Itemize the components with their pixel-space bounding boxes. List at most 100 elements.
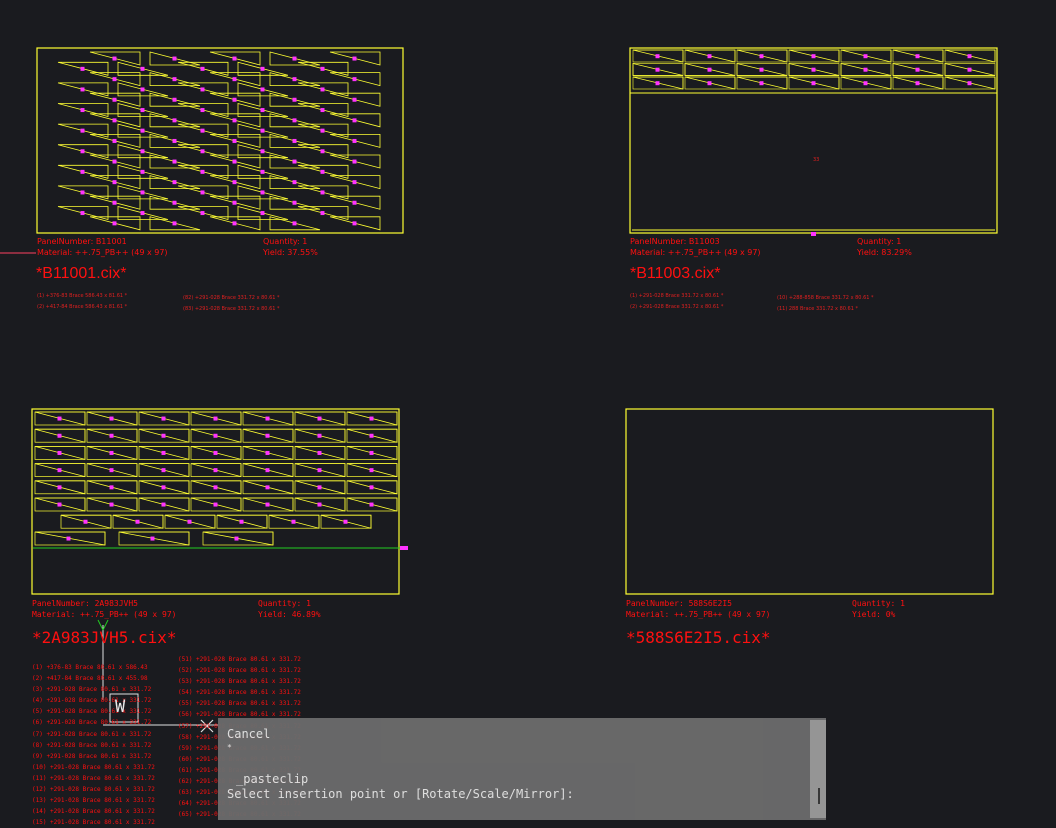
part-label-marker (112, 221, 117, 226)
panel-material: Material: ++.75_PB++ (49 x 97) (32, 610, 177, 619)
part-label-marker (352, 221, 357, 226)
part-label-marker (172, 221, 177, 226)
part-label-marker (112, 56, 117, 61)
part-label-marker (200, 211, 205, 216)
part-label-marker (260, 108, 265, 113)
part-label-marker (232, 221, 237, 226)
grip-marker[interactable] (811, 232, 816, 236)
part-label-marker (140, 108, 145, 113)
part-label-marker (109, 485, 114, 490)
part-label-marker (140, 66, 145, 71)
part-label-marker (260, 149, 265, 154)
part-label-marker (967, 67, 972, 72)
parts-list-item: (52) +291-028 Brace 80.61 x 331.72 (178, 667, 301, 675)
part-label-marker (140, 211, 145, 216)
part-label-marker (232, 77, 237, 82)
command-prompt[interactable]: Select insertion point or [Rotate/Scale/… (227, 787, 574, 801)
panel-file-name[interactable]: *2A983JVH5.cix* (32, 628, 177, 647)
part-label-marker (915, 54, 920, 59)
panel-quantity: Quantity: 1 (857, 237, 902, 246)
part-label-marker (292, 77, 297, 82)
panel-material: Material: ++.75_PB++ (49 x 97) (626, 610, 771, 619)
part-label-marker (140, 190, 145, 195)
part-label-marker (655, 54, 660, 59)
part-label-marker (161, 502, 166, 507)
parts-list-item: (1) +376-83 Brace 80.61 x 586.43 (32, 664, 148, 671)
part-label-marker (172, 97, 177, 102)
part-label-marker (343, 519, 348, 524)
ucs-label: W (115, 697, 126, 717)
parts-list-item: (15) +291-028 Brace 80.61 x 331.72 (32, 819, 155, 827)
part-label-marker (200, 128, 205, 133)
part-label-marker (213, 450, 218, 455)
part-label-marker (292, 221, 297, 226)
part-label-marker (292, 180, 297, 185)
part-label-marker (109, 468, 114, 473)
part-label-marker (707, 54, 712, 59)
part-label-marker (369, 450, 374, 455)
panel-yield: Yield: 37.55% (263, 248, 318, 257)
part-label-marker (967, 81, 972, 86)
part-label-marker (352, 118, 357, 123)
panel-quantity: Quantity: 1 (258, 599, 311, 608)
part-label-marker (759, 67, 764, 72)
part-label-marker (172, 200, 177, 205)
part-label-marker (863, 81, 868, 86)
grip-marker[interactable] (400, 546, 408, 550)
part-label-marker (265, 502, 270, 507)
command-history-line: Cancel (227, 727, 271, 741)
panel-note: (1) +291-028 Brace 331.72 x 80.61 * (630, 293, 724, 299)
parts-list-item: (2) +417-84 Brace 80.61 x 455.98 (32, 675, 148, 683)
panel-outline-588s6e2i5[interactable] (625, 408, 994, 595)
part-label-marker (57, 485, 62, 490)
part-label-marker (112, 138, 117, 143)
panel-parts-b11001[interactable] (57, 51, 381, 231)
panel-parts-2a983jvh5[interactable] (34, 411, 398, 546)
part-label-marker (109, 450, 114, 455)
part-label-marker (863, 54, 868, 59)
panel-note: (82) +291-028 Brace 331.72 x 80.61 * (183, 295, 280, 301)
part-label-marker (265, 416, 270, 421)
part-label-marker (57, 450, 62, 455)
part-label-marker (161, 468, 166, 473)
part-label-marker (320, 66, 325, 71)
drawing-canvas[interactable] (0, 0, 1056, 828)
panel-material: Material: ++.75_PB++ (49 x 97) (37, 248, 168, 257)
part-label-marker (232, 159, 237, 164)
part-label-marker (172, 159, 177, 164)
part-label-marker (369, 416, 374, 421)
part-label-marker (260, 211, 265, 216)
part-label-marker (57, 502, 62, 507)
part-label-marker (172, 118, 177, 123)
part-label-marker (80, 169, 85, 174)
command-window[interactable]: Cancel * _pasteclip Select insertion poi… (218, 718, 826, 820)
part-label-marker (292, 56, 297, 61)
part-label-marker (811, 67, 816, 72)
part-label-marker (811, 54, 816, 59)
panel-outline-b11001[interactable] (36, 47, 404, 234)
part-label-marker (112, 77, 117, 82)
part-label-marker (292, 159, 297, 164)
command-scrollbar[interactable] (810, 720, 826, 818)
part-label-marker (213, 502, 218, 507)
part-label-marker (234, 536, 239, 541)
part-label-marker (57, 416, 62, 421)
parts-list-item: (13) +291-028 Brace 80.61 x 331.72 (32, 797, 155, 805)
part-label-marker (112, 118, 117, 123)
part-label-marker (213, 416, 218, 421)
parts-list-item: (3) +291-028 Brace 80.61 x 331.72 (32, 686, 152, 694)
scrollbar-thumb[interactable] (818, 788, 820, 804)
part-label-marker (759, 54, 764, 59)
panel-number: PanelNumber: 2A983JVH5 (32, 599, 138, 608)
part-label-marker (260, 87, 265, 92)
part-label-marker (260, 128, 265, 133)
panel-file-name[interactable]: *B11001.cix* (36, 265, 126, 283)
part-label-marker (172, 138, 177, 143)
part-label-marker (109, 502, 114, 507)
panel-file-name[interactable]: *588S6E2I5.cix* (626, 628, 771, 647)
panel-parts-b11003[interactable] (632, 49, 996, 90)
part-label-marker (369, 485, 374, 490)
part-label-marker (352, 97, 357, 102)
panel-file-name[interactable]: *B11003.cix* (630, 265, 720, 283)
part-label-marker (140, 87, 145, 92)
